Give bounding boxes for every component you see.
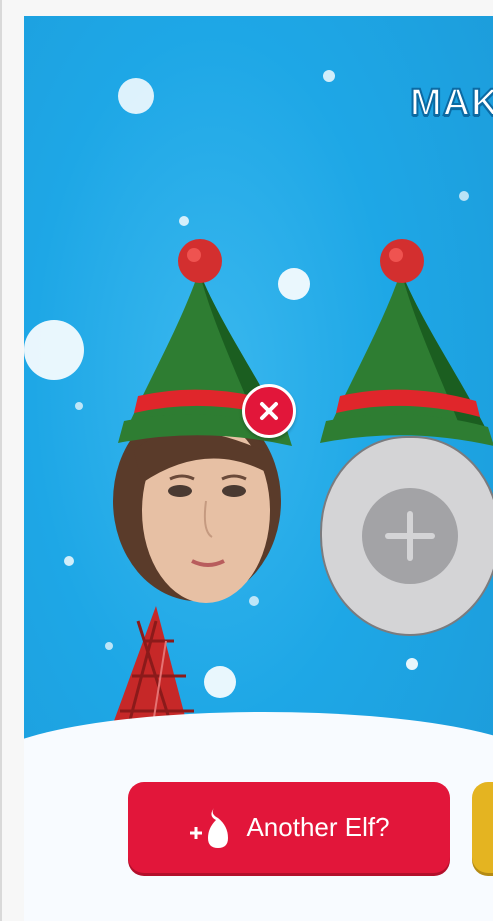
snowflake xyxy=(459,191,469,201)
remove-elf-button[interactable] xyxy=(242,384,296,438)
plus-icon xyxy=(190,826,203,839)
snowflake xyxy=(24,320,84,380)
next-button[interactable] xyxy=(472,782,493,873)
add-face-slot[interactable] xyxy=(320,436,493,636)
elf-shoe-icon xyxy=(208,807,229,848)
elf-photo xyxy=(94,239,292,781)
app-frame: MAKE xyxy=(0,0,493,921)
page-title: MAKE xyxy=(409,81,493,125)
another-elf-button[interactable]: Another Elf? xyxy=(128,782,450,873)
snowflake xyxy=(323,70,335,82)
elf-hat xyxy=(320,239,493,446)
elf-scene: MAKE xyxy=(24,16,493,921)
add-photo-icon xyxy=(362,488,458,584)
snowflake xyxy=(118,78,154,114)
snowflake xyxy=(75,402,83,410)
snowflake xyxy=(64,556,74,566)
close-icon xyxy=(260,402,278,420)
another-elf-label: Another Elf? xyxy=(246,812,390,842)
snowflake xyxy=(406,658,418,670)
